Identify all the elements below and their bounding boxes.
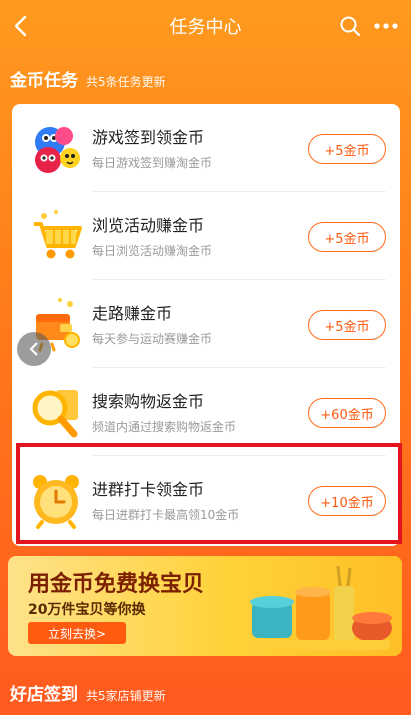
banner-subline: 20万件宝贝等你换 xyxy=(28,602,146,618)
back-arrow-icon[interactable] xyxy=(10,14,32,38)
good-shops-title: 好店签到 xyxy=(10,685,78,705)
good-shops-subtitle: 共5家店铺更新 xyxy=(86,689,166,703)
claim-reward-button[interactable]: +5金币 xyxy=(308,134,386,164)
claim-reward-button[interactable]: +5金币 xyxy=(308,310,386,340)
task-name: 走路赚金币 xyxy=(92,304,173,323)
cookware-illustration-icon xyxy=(248,565,392,650)
task-name: 游戏签到领金币 xyxy=(92,128,205,147)
task-name: 进群打卡领金币 xyxy=(92,480,205,499)
task-row-group-checkin[interactable]: 进群打卡领金币 每日进群打卡最高领10金币 +10金币 xyxy=(12,456,400,546)
search-icon[interactable] xyxy=(339,15,361,37)
top-bar: 任务中心 xyxy=(0,0,411,52)
claim-reward-button[interactable]: +60金币 xyxy=(308,398,386,428)
claim-reward-button[interactable]: +10金币 xyxy=(308,486,386,516)
game-monster-icon xyxy=(35,127,80,173)
magnifier-icon xyxy=(32,390,78,438)
task-row-game-checkin[interactable]: 游戏签到领金币 每日游戏签到赚淘金币 +5金币 xyxy=(12,104,400,192)
task-name: 搜索购物返金币 xyxy=(92,392,205,411)
coin-tasks-title: 金币任务 xyxy=(10,71,78,91)
task-row-search-shopping[interactable]: 搜索购物返金币 频道内通过搜索购物返金币 +60金币 xyxy=(12,368,400,456)
task-row-browse-activity[interactable]: 浏览活动赚金币 每日浏览活动赚淘金币 +5金币 xyxy=(12,192,400,280)
task-desc: 每日进群打卡最高领10金币 xyxy=(92,508,240,522)
task-desc: 每天参与运动赛赚金币 xyxy=(92,332,213,346)
page-title: 任务中心 xyxy=(169,17,242,38)
floating-back-button[interactable] xyxy=(17,332,51,366)
good-shops-header: 好店签到 共5家店铺更新 xyxy=(10,680,166,705)
claim-reward-button[interactable]: +5金币 xyxy=(308,222,386,252)
more-options-icon[interactable] xyxy=(373,15,399,37)
alarm-clock-icon xyxy=(33,475,79,529)
task-desc: 每日浏览活动赚淘金币 xyxy=(92,244,213,258)
exchange-banner[interactable]: 用金币免费换宝贝 20万件宝贝等你换 立刻去换> xyxy=(8,556,402,656)
exchange-now-button[interactable]: 立刻去换> xyxy=(28,622,126,644)
shopping-cart-icon xyxy=(34,210,82,259)
task-name: 浏览活动赚金币 xyxy=(92,216,205,235)
coin-tasks-subtitle: 共5条任务更新 xyxy=(86,75,166,89)
banner-headline: 用金币免费换宝贝 xyxy=(28,572,205,597)
chevron-left-icon xyxy=(29,342,38,356)
task-row-walking[interactable]: 走路赚金币 每天参与运动赛赚金币 +5金币 xyxy=(12,280,400,368)
task-desc: 频道内通过搜索购物返金币 xyxy=(92,420,237,434)
task-desc: 每日游戏签到赚淘金币 xyxy=(92,156,213,170)
coin-task-list: 游戏签到领金币 每日游戏签到赚淘金币 +5金币 浏览活动赚金币 每日浏览活动赚淘… xyxy=(12,104,400,546)
coin-tasks-header: 金币任务 共5条任务更新 xyxy=(10,66,166,91)
